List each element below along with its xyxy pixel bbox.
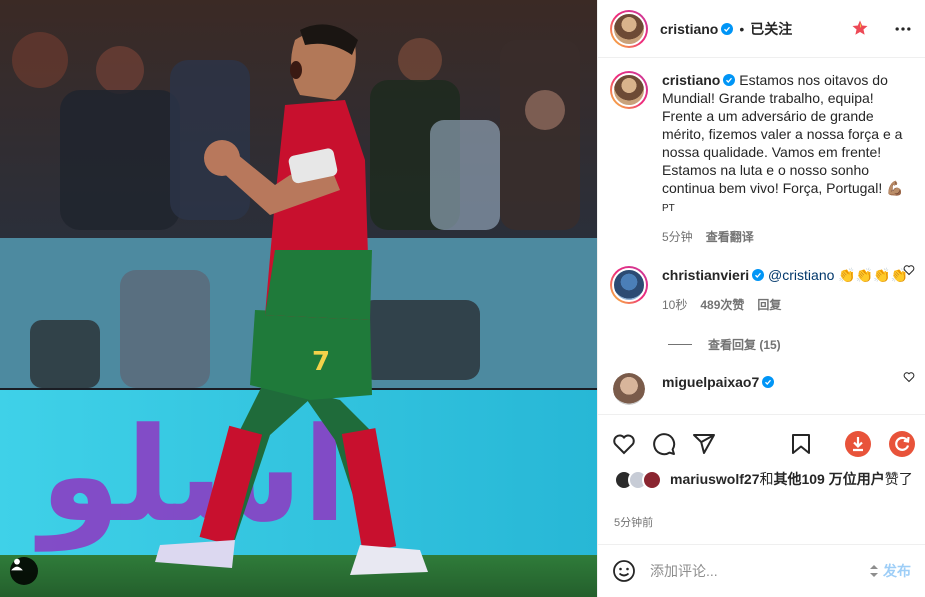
verified-icon (762, 376, 775, 388)
post-comment-button[interactable]: 发布 (869, 561, 911, 581)
post-comment-label: 发布 (883, 563, 911, 579)
follow-status-button[interactable]: 已关注 (750, 19, 792, 39)
liker-avatars (614, 470, 662, 490)
comment-text: @cristiano 👏👏👏👏 (768, 267, 909, 283)
liker-avatar (642, 470, 662, 490)
refresh-icon[interactable] (889, 430, 915, 457)
separator-dot: • (739, 20, 745, 37)
emoji-icon[interactable] (612, 559, 636, 583)
post-time-ago[interactable]: 5分钟前 (614, 514, 653, 530)
user-tag-icon (11, 558, 23, 571)
verified-icon (721, 22, 734, 35)
view-replies-line (668, 344, 692, 345)
reply-button[interactable]: 回复 (757, 296, 781, 314)
download-icon[interactable] (845, 430, 871, 457)
share-icon[interactable] (692, 432, 716, 456)
likes-end: 赞了 (884, 471, 913, 487)
commenter-avatar[interactable] (613, 373, 645, 405)
post-side-panel: cristiano • 已关注 cristiano Estamos nos oi… (597, 0, 925, 597)
favorite-star-icon[interactable] (851, 19, 869, 37)
comments-list[interactable]: cristiano Estamos nos oitavos do Mundial… (598, 59, 925, 414)
more-options-icon[interactable] (893, 19, 913, 39)
comment-input[interactable] (650, 563, 869, 579)
svg-text:7: 7 (312, 347, 330, 377)
svg-text:اسلو: اسلو (34, 399, 347, 552)
author-avatar[interactable] (610, 71, 648, 109)
verified-icon (723, 74, 736, 86)
comment-like-heart-icon[interactable] (903, 264, 915, 276)
likes-join: 和 (759, 471, 774, 487)
bookmark-icon[interactable] (789, 432, 813, 456)
commenter-username[interactable]: christianvieri (662, 267, 749, 283)
comment-item: christianvieri @cristiano 👏👏👏👏 10秒 489次赞… (598, 246, 925, 314)
caption: cristiano Estamos nos oitavos do Mundial… (598, 59, 925, 246)
see-translation-link[interactable]: 查看翻译 (706, 228, 754, 246)
author-username[interactable]: cristiano (660, 21, 718, 37)
post-photo[interactable]: اسلو 7 (0, 0, 597, 597)
caption-suffix: PT (662, 203, 675, 214)
caption-time[interactable]: 5分钟 (662, 228, 693, 246)
sort-arrows-icon (870, 565, 878, 577)
view-replies-button[interactable]: 查看回复 (15) (598, 336, 925, 353)
comment-likes[interactable]: 489次赞 (700, 296, 744, 314)
commenter-avatar[interactable] (610, 266, 648, 304)
liker-username[interactable]: mariuswolf27 (670, 471, 759, 487)
verified-icon (752, 269, 765, 281)
caption-username[interactable]: cristiano (662, 72, 720, 88)
post-header: cristiano • 已关注 (598, 0, 925, 58)
comment-composer: 发布 (598, 544, 925, 597)
commenter-username[interactable]: miguelpaixao7 (662, 374, 759, 390)
user-tag-button[interactable] (10, 557, 38, 585)
comment-time[interactable]: 10秒 (662, 296, 687, 314)
likes-others[interactable]: 其他109 万位用户 (773, 471, 884, 487)
comment-item: miguelpaixao7 (598, 353, 925, 405)
author-avatar[interactable] (610, 9, 648, 48)
view-replies-label: 查看回复 (15) (708, 338, 781, 352)
comment-icon[interactable] (652, 432, 676, 456)
likes-summary[interactable]: mariuswolf27和其他109 万位用户赞了 (614, 470, 913, 490)
comment-like-heart-icon[interactable] (903, 371, 915, 383)
photo-illustration: اسلو 7 (0, 0, 597, 597)
heart-icon[interactable] (612, 432, 636, 456)
caption-text: Estamos nos oitavos do Mundial! Grande t… (662, 72, 904, 196)
post-actions-bar (598, 414, 925, 472)
